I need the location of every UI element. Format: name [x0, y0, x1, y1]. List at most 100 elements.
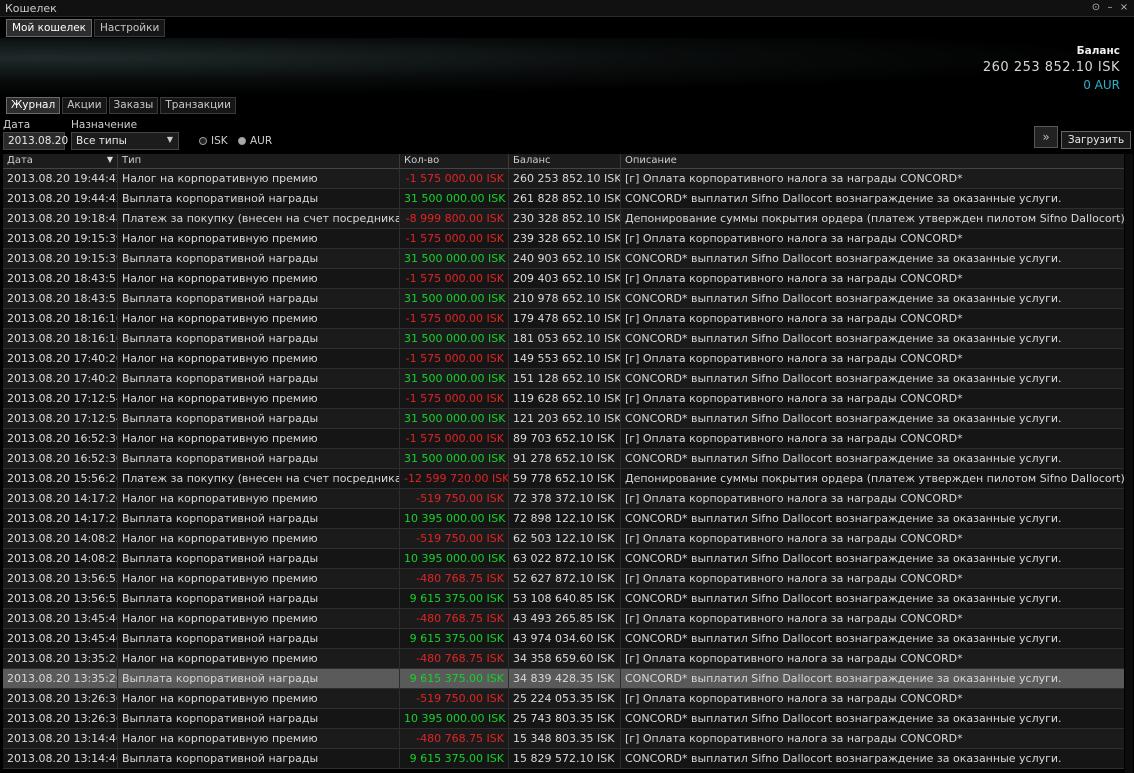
close-icon[interactable]: × [1118, 0, 1130, 15]
cell-amount: 9 615 375.00 ISK [400, 589, 509, 608]
cell-amount: -1 575 000.00 ISK [400, 429, 509, 448]
cell-description: CONCORD* выплатил Sifno Dallocort вознаг… [625, 252, 1062, 265]
column-header-amount[interactable]: Кол-во [400, 154, 509, 169]
tab-journal[interactable]: Журнал [6, 97, 61, 114]
cell-date: 2013.08.20 19:18:48 [3, 209, 118, 228]
cell-balance: 240 903 652.10 ISK [509, 249, 621, 268]
table-row[interactable]: 2013.08.20 18:43:51 Выплата корпоративной… [3, 289, 1124, 309]
table-row[interactable]: 2013.08.20 17:40:20 Налог на корпоративну… [3, 349, 1124, 369]
cell-date: 2013.08.20 17:40:20 [3, 369, 118, 388]
cell-balance: 179 478 652.10 ISK [509, 309, 621, 328]
radio-isk[interactable]: ISK [199, 135, 228, 147]
table-row[interactable]: 2013.08.20 13:14:46 Выплата корпоративной… [3, 749, 1124, 769]
cell-date: 2013.08.20 13:45:46 [3, 629, 118, 648]
column-header-balance[interactable]: Баланс [509, 154, 621, 169]
cell-balance: 121 203 652.10 ISK [509, 409, 621, 428]
cell-date: 2013.08.20 19:44:42 [3, 169, 118, 188]
table-row[interactable]: 2013.08.20 18:43:51 Налог на корпоративну… [3, 269, 1124, 289]
table-row[interactable]: 2013.08.20 18:16:16 Выплата корпоративной… [3, 329, 1124, 349]
cell-type: Выплата корпоративной награды [118, 509, 400, 528]
scrollbar[interactable] [1125, 154, 1133, 773]
tab-my-wallet[interactable]: Мой кошелек [6, 19, 92, 37]
table-row[interactable]: 2013.08.20 17:12:54 Выплата корпоративной… [3, 409, 1124, 429]
cell-date: 2013.08.20 18:43:51 [3, 289, 118, 308]
table-row[interactable]: 2013.08.20 13:35:26 Выплата корпоративной… [3, 669, 1124, 689]
table-row[interactable]: 2013.08.20 13:45:46 Выплата корпоративной… [3, 629, 1124, 649]
cell-date: 2013.08.20 17:40:20 [3, 349, 118, 368]
table-row[interactable]: 2013.08.20 17:40:20 Выплата корпоративной… [3, 369, 1124, 389]
table-row[interactable]: 2013.08.20 14:17:26 Выплата корпоративной… [3, 509, 1124, 529]
table-row[interactable]: 2013.08.20 17:12:54 Налог на корпоративну… [3, 389, 1124, 409]
cell-amount: -519 750.00 ISK [400, 529, 509, 548]
cell-date: 2013.08.20 16:52:30 [3, 429, 118, 448]
table-row[interactable]: 2013.08.20 13:26:36 Налог на корпоративну… [3, 689, 1124, 709]
cell-description: CONCORD* выплатил Sifno Dallocort вознаг… [625, 752, 1062, 765]
cell-date: 2013.08.20 19:15:39 [3, 249, 118, 268]
cell-description: [г] Оплата корпоративного налога за нагр… [625, 432, 963, 445]
cell-amount: -1 575 000.00 ISK [400, 349, 509, 368]
cell-balance: 25 224 053.35 ISK [509, 689, 621, 708]
table-row[interactable]: 2013.08.20 18:16:16 Налог на корпоративну… [3, 309, 1124, 329]
cell-description: [г] Оплата корпоративного налога за нагр… [625, 532, 963, 545]
cell-description: [г] Оплата корпоративного налога за нагр… [625, 272, 963, 285]
table-row[interactable]: 2013.08.20 13:56:52 Выплата корпоративной… [3, 589, 1124, 609]
table-row[interactable]: 2013.08.20 19:44:42 Выплата корпоративной… [3, 189, 1124, 209]
cell-type: Выплата корпоративной награды [118, 329, 400, 348]
table-row[interactable]: 2013.08.20 13:35:26 Налог на корпоративну… [3, 649, 1124, 669]
tab-shares[interactable]: Акции [62, 97, 107, 114]
cell-date: 2013.08.20 13:14:46 [3, 749, 118, 768]
type-select[interactable]: Все типы ▼ [71, 132, 179, 150]
table-row[interactable]: 2013.08.20 13:26:36 Выплата корпоративной… [3, 709, 1124, 729]
cell-balance: 53 108 640.85 ISK [509, 589, 621, 608]
tab-transactions[interactable]: Транзакции [160, 97, 236, 114]
table-row[interactable]: 2013.08.20 16:52:30 Выплата корпоративной… [3, 449, 1124, 469]
date-field[interactable]: 2013.08.20 [3, 132, 68, 150]
cell-balance: 43 974 034.60 ISK [509, 629, 621, 648]
expand-arrows-button[interactable]: » [1034, 126, 1058, 148]
cell-balance: 149 553 652.10 ISK [509, 349, 621, 368]
cell-type: Налог на корпоративную премию [118, 489, 400, 508]
cell-date: 2013.08.20 15:56:26 [3, 469, 118, 488]
wallet-header [0, 38, 1134, 96]
cell-balance: 261 828 852.10 ISK [509, 189, 621, 208]
column-header-type[interactable]: Тип [118, 154, 400, 169]
table-row[interactable]: 2013.08.20 19:15:39 Выплата корпоративной… [3, 249, 1124, 269]
table-row[interactable]: 2013.08.20 14:17:26 Налог на корпоративну… [3, 489, 1124, 509]
tab-orders[interactable]: Заказы [108, 97, 159, 114]
tab-settings[interactable]: Настройки [94, 19, 166, 37]
table-row[interactable]: 2013.08.20 15:56:26 Платеж за покупку (вн… [3, 469, 1124, 489]
cell-amount: -1 575 000.00 ISK [400, 229, 509, 248]
cell-amount: -480 768.75 ISK [400, 609, 509, 628]
table-row[interactable]: 2013.08.20 14:08:22 Выплата корпоративной… [3, 549, 1124, 569]
type-select-value: Все типы [76, 135, 127, 147]
table-row[interactable]: 2013.08.20 13:45:46 Налог на корпоративну… [3, 609, 1124, 629]
cell-description: CONCORD* выплатил Sifno Dallocort вознаг… [625, 552, 1062, 565]
table-row[interactable]: 2013.08.20 13:14:46 Налог на корпоративну… [3, 729, 1124, 749]
column-header-description[interactable]: Описание [621, 154, 1124, 169]
table-row[interactable]: 2013.08.20 14:08:22 Налог на корпоративну… [3, 529, 1124, 549]
table-row[interactable]: 2013.08.20 19:18:48 Платеж за покупку (вн… [3, 209, 1124, 229]
cell-balance: 59 778 652.10 ISK [509, 469, 621, 488]
cell-date: 2013.08.20 19:15:39 [3, 229, 118, 248]
table-row[interactable]: 2013.08.20 13:56:52 Налог на корпоративну… [3, 569, 1124, 589]
cell-type: Налог на корпоративную премию [118, 729, 400, 748]
table-row[interactable]: 2013.08.20 19:44:42 Налог на корпоративну… [3, 169, 1124, 189]
radio-aur[interactable]: AUR [238, 135, 272, 147]
balance-label: Баланс [1076, 45, 1120, 57]
cell-amount: -480 768.75 ISK [400, 729, 509, 748]
sort-desc-icon: ▼ [106, 155, 113, 164]
cell-amount: 9 615 375.00 ISK [400, 749, 509, 768]
cell-type: Платеж за покупку (внесен на счет посред… [118, 469, 400, 488]
window-controls: ⊙ – × [1090, 0, 1130, 15]
table-row[interactable]: 2013.08.20 19:15:39 Налог на корпоративну… [3, 229, 1124, 249]
cell-type: Выплата корпоративной награды [118, 669, 400, 688]
cell-date: 2013.08.20 14:17:26 [3, 489, 118, 508]
column-header-date[interactable]: Дата ▼ [3, 154, 118, 169]
cell-description: CONCORD* выплатил Sifno Dallocort вознаг… [625, 292, 1062, 305]
cell-amount: -12 599 720.00 ISK [400, 469, 509, 488]
load-button[interactable]: Загрузить [1061, 131, 1131, 149]
minimize-icon[interactable]: – [1104, 0, 1116, 15]
cell-date: 2013.08.20 13:35:26 [3, 649, 118, 668]
table-row[interactable]: 2013.08.20 16:52:30 Налог на корпоративну… [3, 429, 1124, 449]
settings-icon[interactable]: ⊙ [1090, 0, 1102, 15]
